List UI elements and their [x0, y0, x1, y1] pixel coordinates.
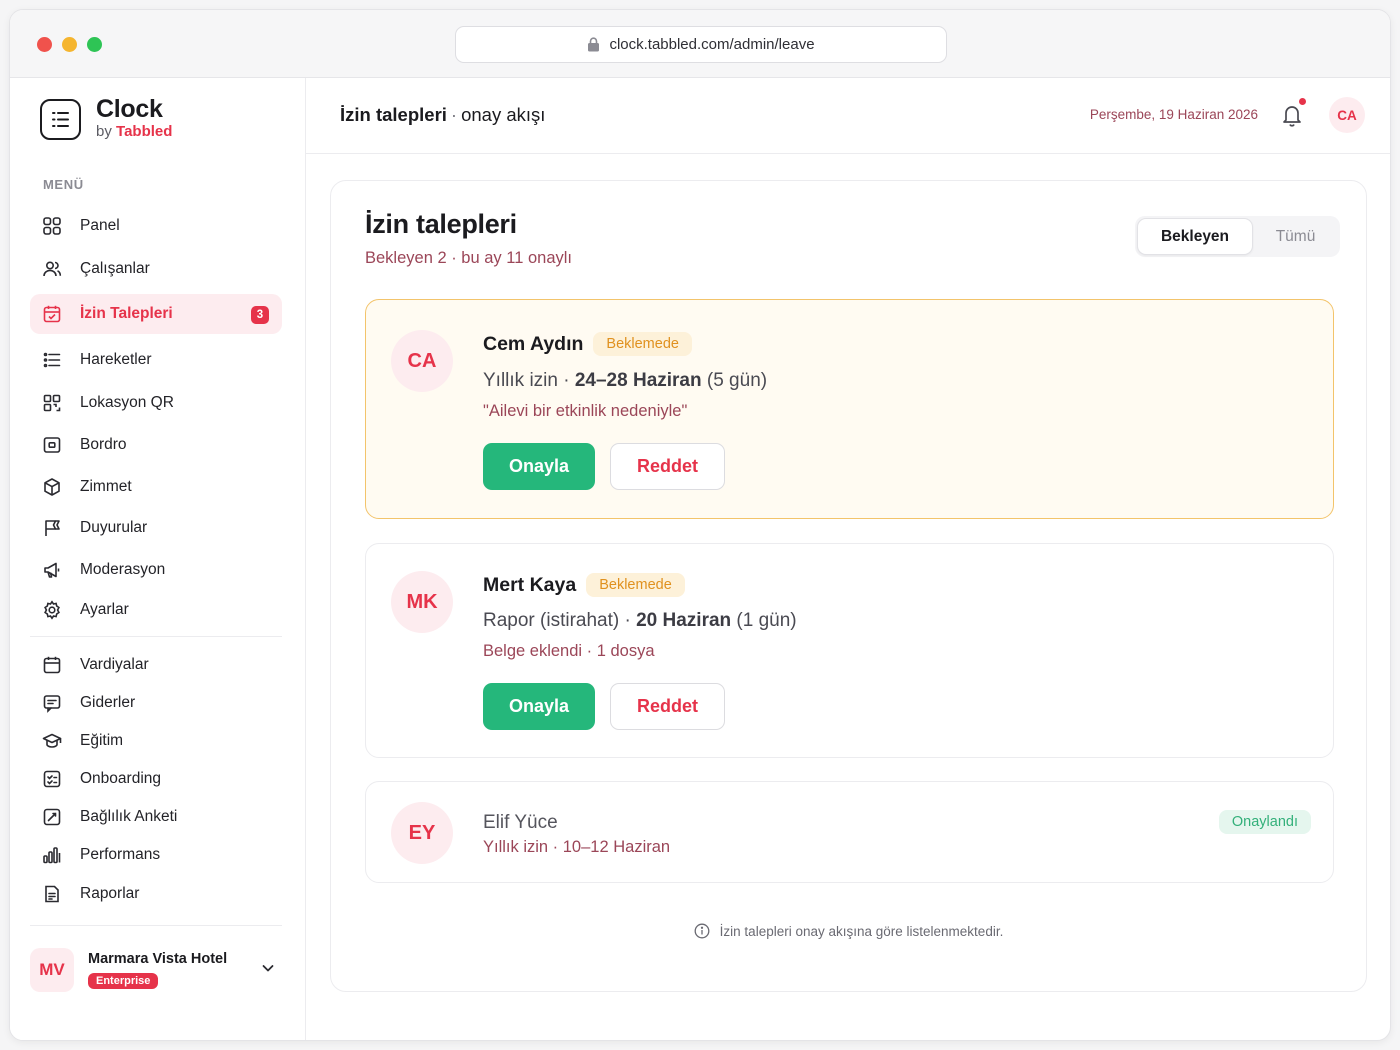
sidebar-item-engagement-survey[interactable]: Bağlılık Anketi — [30, 797, 282, 837]
clock-logo-icon — [40, 98, 81, 140]
employee-avatar: CA — [391, 330, 453, 392]
notification-dot — [1299, 98, 1306, 105]
leave-requests-count-badge: 3 — [251, 306, 269, 324]
brand-name: Clock — [96, 95, 163, 123]
status-badge: Beklemede — [593, 332, 692, 356]
box-icon — [44, 478, 60, 496]
calendar-icon — [43, 305, 61, 323]
sidebar: Clock by Tabbled MENÜ Panel Çalışanlar İ… — [10, 78, 306, 1040]
user-avatar[interactable]: CA — [1329, 97, 1365, 133]
page-summary: Bekleyen 2 · bu ay 11 onaylı — [365, 249, 572, 267]
leave-note: "Ailevi bir etkinlik nedeniyle" — [483, 402, 688, 420]
calendar-icon — [43, 656, 61, 674]
current-date: Perşembe, 19 Haziran 2026 — [1089, 107, 1258, 122]
close-window-button[interactable] — [37, 37, 52, 52]
reject-button[interactable]: Reddet — [610, 443, 725, 490]
browser-toolbar: clock.tabbled.com/admin/leave — [10, 10, 1390, 78]
employee-avatar: MK — [391, 571, 453, 633]
sidebar-item-assets[interactable]: Zimmet — [30, 467, 282, 507]
sidebar-item-panel[interactable]: Panel — [30, 206, 282, 246]
info-note: İzin talepleri onay akışına göre listele… — [331, 923, 1366, 939]
sidebar-item-onboarding[interactable]: Onboarding — [30, 759, 282, 799]
maximize-window-button[interactable] — [87, 37, 102, 52]
info-icon — [694, 923, 710, 939]
sidebar-item-shifts[interactable]: Vardiyalar — [30, 645, 282, 685]
chevron-down-icon[interactable] — [260, 960, 276, 976]
filter-all-button[interactable]: Tümü — [1253, 218, 1338, 255]
status-badge: Onaylandı — [1218, 810, 1311, 834]
sidebar-item-payroll[interactable]: Bordro — [30, 425, 282, 465]
megaphone-icon — [44, 562, 60, 578]
plan-badge: Enterprise — [88, 973, 159, 989]
page-title: İzin talepleri — [365, 209, 517, 239]
sidebar-item-leave-requests[interactable]: İzin Talepleri 3 — [30, 294, 282, 334]
filter-toggle: Bekleyen Tümü — [1135, 216, 1340, 257]
address-bar[interactable]: clock.tabbled.com/admin/leave — [455, 26, 947, 63]
top-header: İzin talepleri · onay akışı Perşembe, 19 H… — [306, 78, 1390, 154]
browser-window: clock.tabbled.com/admin/leave Clock by T… — [9, 9, 1391, 1041]
minimize-window-button[interactable] — [62, 37, 77, 52]
employee-name: Mert Kaya Beklemede — [483, 573, 685, 597]
sidebar-item-announcements[interactable]: Duyurular — [30, 508, 282, 548]
org-avatar: MV — [30, 948, 74, 992]
filter-pending-button[interactable]: Bekleyen — [1137, 218, 1253, 255]
employee-avatar: EY — [391, 802, 453, 864]
reject-button[interactable]: Reddet — [610, 683, 725, 730]
bell-icon[interactable] — [1280, 102, 1304, 128]
sidebar-item-reports[interactable]: Raporlar — [30, 874, 282, 914]
survey-icon — [43, 808, 61, 826]
receipt-icon — [43, 695, 61, 713]
sidebar-item-moderation[interactable]: Moderasyon — [30, 550, 282, 590]
checklist-icon — [43, 770, 61, 788]
approve-button[interactable]: Onayla — [483, 683, 595, 730]
graduation-icon — [42, 733, 62, 748]
brand-byline: by Tabbled — [96, 123, 173, 140]
lock-icon — [588, 37, 600, 52]
qr-icon — [43, 394, 61, 412]
breadcrumb: İzin talepleri · onay akışı — [340, 104, 546, 125]
brand[interactable]: Clock by Tabbled — [40, 96, 172, 142]
attachment-note: Belge eklendi · 1 dosya — [483, 642, 655, 660]
url-text: clock.tabbled.com/admin/leave — [609, 36, 815, 53]
sidebar-item-location-qr[interactable]: Lokasyon QR — [30, 383, 282, 423]
employee-name: Cem Aydın Beklemede — [483, 332, 692, 356]
flag-icon — [45, 520, 60, 536]
list-icon — [43, 352, 61, 368]
status-badge: Beklemede — [586, 573, 685, 597]
sidebar-item-expenses[interactable]: Giderler — [30, 683, 282, 723]
leave-details: Yıllık izin · 24–28 Haziran (5 gün) — [483, 370, 768, 391]
employee-name: Elif Yüce — [483, 812, 558, 833]
organization-switcher[interactable]: MV Marmara Vista Hotel Enterprise — [30, 940, 282, 1000]
sidebar-item-training[interactable]: Eğitim — [30, 721, 282, 761]
leave-request-card: CA Cem Aydın Beklemede Yıllık izin · 24–2… — [365, 299, 1334, 519]
sidebar-divider — [30, 925, 282, 926]
approve-button[interactable]: Onayla — [483, 443, 595, 490]
menu-label: MENÜ — [43, 177, 84, 192]
sidebar-item-performance[interactable]: Performans — [30, 835, 282, 875]
bar-chart-icon — [43, 847, 61, 864]
grid-icon — [43, 217, 61, 235]
sidebar-item-employees[interactable]: Çalışanlar — [30, 249, 282, 289]
leave-requests-panel: İzin talepleri Bekleyen 2 · bu ay 11 ona… — [330, 180, 1367, 992]
leave-request-card: EY Elif Yüce Yıllık izin · 10–12 Haziran… — [365, 781, 1334, 883]
org-name: Marmara Vista Hotel — [88, 951, 228, 967]
leave-details: Yıllık izin · 10–12 Haziran — [483, 838, 671, 856]
gear-icon — [44, 600, 60, 620]
report-icon — [45, 885, 59, 903]
users-icon — [43, 261, 62, 277]
sidebar-item-movements[interactable]: Hareketler — [30, 340, 282, 380]
leave-request-card: MK Mert Kaya Beklemede Rapor (istirahat) … — [365, 543, 1334, 758]
sidebar-divider — [30, 636, 282, 637]
money-icon — [43, 437, 61, 453]
leave-details: Rapor (istirahat) · 20 Haziran (1 gün) — [483, 610, 797, 631]
sidebar-item-settings[interactable]: Ayarlar — [30, 590, 282, 630]
